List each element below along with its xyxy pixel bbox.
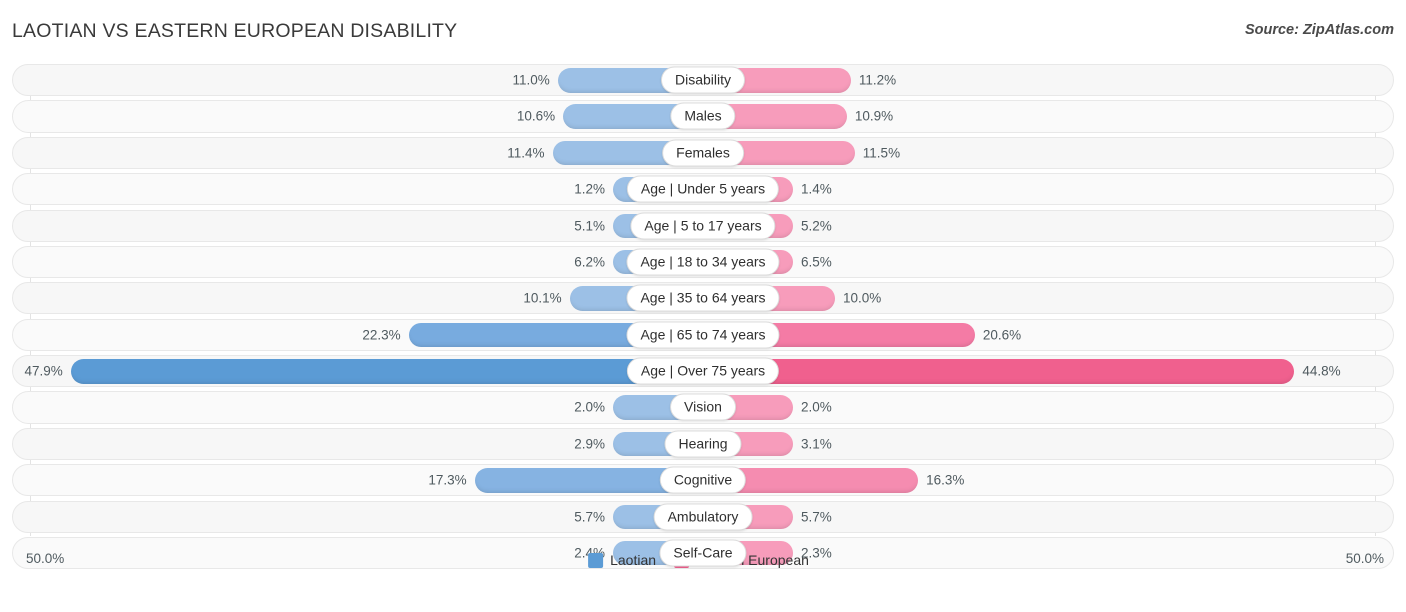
- value-label-eastern-european: 16.3%: [926, 472, 965, 488]
- bar-pair: 22.3% 20.6% Age | 65 to 74 years: [13, 320, 1393, 350]
- legend-label: Laotian: [610, 552, 657, 568]
- legend-item: Laotian: [588, 552, 656, 568]
- chart-row: 2.9% 3.1% Hearing: [12, 427, 1394, 460]
- category-label: Age | 18 to 34 years: [626, 248, 780, 276]
- bar-pair: 47.9% 44.8% Age | Over 75 years: [13, 356, 1393, 386]
- category-label: Self-Care: [659, 539, 747, 567]
- bar-pair: 6.2% 6.5% Age | 18 to 34 years: [13, 247, 1393, 277]
- chart-row: 10.6% 10.9% Males: [12, 100, 1394, 133]
- value-label-eastern-european: 5.7%: [801, 509, 832, 525]
- value-label-eastern-european: 5.2%: [801, 218, 832, 234]
- category-label: Hearing: [664, 430, 742, 458]
- category-label: Age | 5 to 17 years: [630, 212, 776, 240]
- chart-root: LAOTIAN VS EASTERN EUROPEAN DISABILITY S…: [0, 0, 1406, 612]
- value-label-laotian: 6.2%: [574, 254, 605, 270]
- bar-pair: 1.2% 1.4% Age | Under 5 years: [13, 174, 1393, 204]
- bar-pair: 5.7% 5.7% Ambulatory: [13, 502, 1393, 532]
- category-label: Females: [662, 139, 744, 167]
- bar-pair: 11.0% 11.2% Disability: [13, 65, 1393, 95]
- chart-row: 47.9% 44.8% Age | Over 75 years: [12, 355, 1394, 388]
- value-label-laotian: 10.6%: [516, 108, 556, 124]
- value-label-laotian: 2.0%: [574, 399, 605, 415]
- category-label: Ambulatory: [653, 503, 753, 531]
- chart-plot-area: 11.0% 11.2% Disability 10.6% 10.9% Males 11.4%…: [12, 64, 1394, 572]
- value-label-laotian: 5.7%: [574, 509, 605, 525]
- value-label-eastern-european: 20.6%: [982, 327, 1022, 343]
- page-title: LAOTIAN VS EASTERN EUROPEAN DISABILITY: [12, 20, 458, 42]
- value-label-eastern-european: 10.9%: [854, 108, 894, 124]
- chart-row: 11.4% 11.5% Females: [12, 136, 1394, 169]
- value-label-laotian: 11.4%: [507, 145, 545, 161]
- bar-eastern-european: [703, 359, 1295, 384]
- category-label: Age | 35 to 64 years: [626, 284, 780, 312]
- bar-pair: 2.9% 3.1% Hearing: [13, 429, 1393, 459]
- chart-row: 2.4%2.3%Self-Care: [12, 536, 1394, 570]
- value-label-laotian: 5.1%: [574, 218, 605, 234]
- bar-laotian: [70, 359, 703, 384]
- value-label-eastern-european: 1.4%: [801, 181, 832, 197]
- value-label-eastern-european: 6.5%: [801, 254, 832, 270]
- chart-row: 1.2% 1.4% Age | Under 5 years: [12, 173, 1394, 206]
- chart-row: 2.0% 2.0% Vision: [12, 391, 1394, 424]
- value-label-eastern-european: 10.0%: [843, 290, 882, 306]
- category-label: Disability: [660, 66, 746, 94]
- value-label-laotian: 22.3%: [362, 327, 401, 343]
- value-label-laotian: 2.9%: [574, 436, 605, 452]
- chart-row: 5.7% 5.7% Ambulatory: [12, 500, 1394, 533]
- bar-pair: 2.4%2.3%Self-Care: [13, 538, 1393, 568]
- bar-pair: 5.1% 5.2% Age | 5 to 17 years: [13, 211, 1393, 241]
- chart-row: 5.1% 5.2% Age | 5 to 17 years: [12, 209, 1394, 242]
- legend-swatch: [588, 552, 604, 568]
- value-label-eastern-european: 11.5%: [862, 145, 901, 161]
- value-label-eastern-european: 11.2%: [858, 72, 897, 88]
- bar-pair: 17.3% 16.3% Cognitive: [13, 465, 1393, 495]
- category-label: Males: [670, 102, 736, 130]
- chart-rows: 11.0% 11.2% Disability 10.6% 10.9% Males 11.4%…: [12, 64, 1394, 573]
- category-label: Vision: [670, 393, 736, 421]
- value-label-eastern-european: 2.0%: [801, 399, 832, 415]
- axis-label-left: 50.0%: [26, 551, 65, 566]
- value-label-eastern-european: 3.1%: [801, 436, 832, 452]
- category-label: Age | Over 75 years: [626, 357, 780, 385]
- bar-pair: 10.1% 10.0% Age | 35 to 64 years: [13, 283, 1393, 313]
- value-label-laotian: 17.3%: [428, 472, 467, 488]
- value-label-laotian: 10.1%: [523, 290, 562, 306]
- axis-label-right: 50.0%: [1345, 551, 1384, 566]
- chart-row: 22.3% 20.6% Age | 65 to 74 years: [12, 318, 1394, 351]
- chart-row: 17.3% 16.3% Cognitive: [12, 464, 1394, 497]
- chart-row: 6.2% 6.5% Age | 18 to 34 years: [12, 245, 1394, 279]
- bar-pair: 11.4% 11.5% Females: [13, 138, 1393, 168]
- value-label-eastern-european: 44.8%: [1302, 363, 1341, 379]
- bar-pair: 2.0% 2.0% Vision: [13, 392, 1393, 422]
- bar-pair: 10.6% 10.9% Males: [13, 101, 1393, 131]
- value-label-laotian: 11.0%: [512, 72, 550, 88]
- category-label: Age | 65 to 74 years: [626, 321, 780, 349]
- value-label-laotian: 47.9%: [24, 363, 63, 379]
- source-attribution: Source: ZipAtlas.com: [1244, 22, 1394, 38]
- category-label: Cognitive: [659, 466, 747, 494]
- chart-row: 10.1% 10.0% Age | 35 to 64 years: [12, 282, 1394, 315]
- category-label: Age | Under 5 years: [626, 175, 780, 203]
- chart-row: 11.0% 11.2% Disability: [12, 64, 1394, 97]
- value-label-laotian: 1.2%: [574, 181, 605, 197]
